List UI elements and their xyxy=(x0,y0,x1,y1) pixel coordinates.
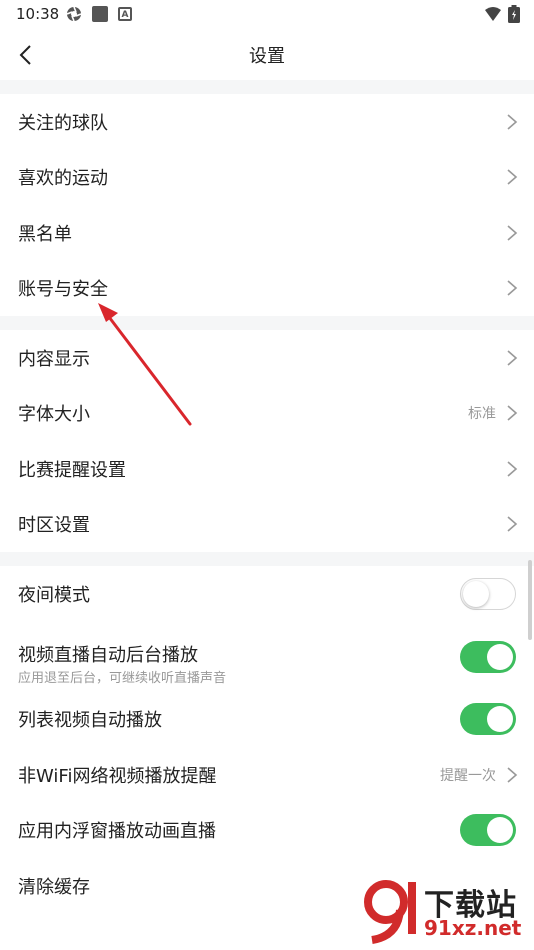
watermark: 下载站 91xz.net xyxy=(358,876,528,946)
watermark-url: 91xz.net xyxy=(424,916,522,940)
91-logo-icon xyxy=(364,880,416,944)
annotation-arrow-icon xyxy=(98,303,192,426)
